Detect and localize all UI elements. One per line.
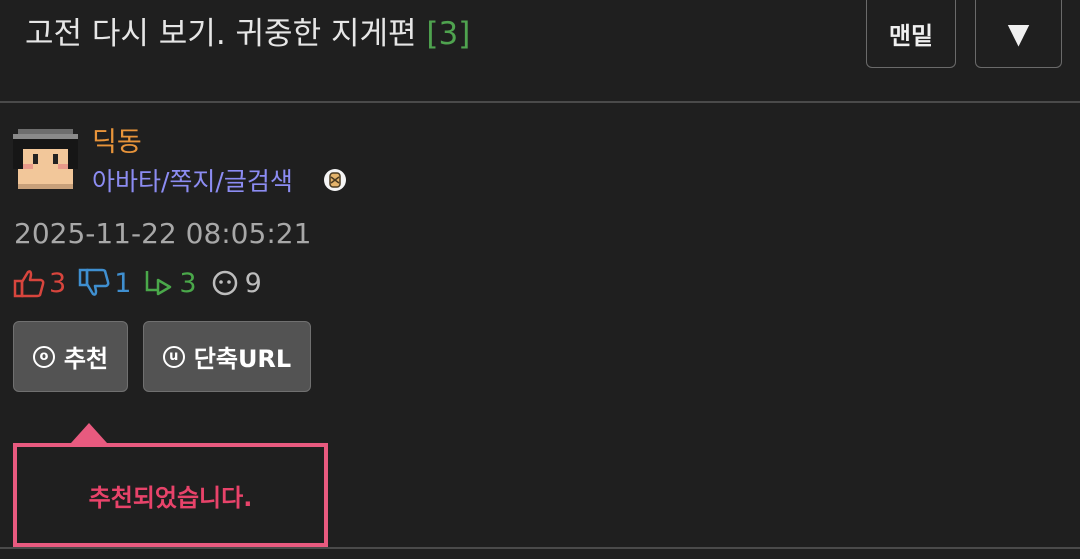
url-circle-icon: u — [162, 345, 185, 368]
thumbs-up-icon — [13, 270, 45, 298]
face-icon — [212, 270, 237, 296]
reply-count: 3 — [179, 267, 197, 299]
post-title: 고전 다시 보기. 귀중한 지게편 [3] — [25, 8, 470, 53]
footer-divider — [0, 547, 1080, 549]
header-divider — [0, 101, 1080, 103]
post-title-text: 고전 다시 보기. 귀중한 지게편 — [25, 16, 417, 52]
post-stats: 3 1 3 9 — [13, 266, 274, 300]
toast-pointer — [71, 423, 107, 443]
upvote-count: 3 — [49, 267, 67, 299]
short-url-button[interactable]: u 단축URL — [143, 321, 311, 392]
view-stat: 9 — [209, 268, 262, 299]
reply-arrow-icon — [146, 271, 172, 296]
downvote-stat[interactable]: 1 — [78, 268, 131, 299]
recommend-circle-icon: o — [32, 345, 55, 368]
triangle-down-icon: ▼ — [1007, 17, 1030, 50]
scroll-bottom-button[interactable]: 맨밑 — [866, 0, 956, 68]
expand-down-button[interactable]: ▼ — [975, 0, 1062, 68]
recommend-button[interactable]: o 추천 — [13, 321, 128, 392]
pixel-avatar-icon[interactable] — [13, 123, 78, 190]
downvote-count: 1 — [114, 267, 132, 299]
comment-count[interactable]: [3] — [426, 16, 470, 52]
short-url-label: 단축URL — [193, 345, 292, 373]
author-links[interactable]: 아바타/쪽지/글검색 — [92, 162, 293, 198]
post-header: 고전 다시 보기. 귀중한 지게편 [3] 맨밑 ▼ — [0, 0, 1080, 100]
reply-stat[interactable]: 3 — [143, 267, 197, 299]
thumbs-down-icon — [78, 268, 110, 296]
author-nickname[interactable]: 딕동 — [92, 120, 142, 159]
level-badge-icon — [324, 169, 346, 191]
recommend-label: 추천 — [63, 345, 109, 373]
view-count: 9 — [244, 267, 262, 299]
upvote-stat[interactable]: 3 — [13, 268, 66, 299]
toast-message: 추천되었습니다. — [88, 483, 253, 512]
recommend-toast: 추천되었습니다. — [13, 443, 328, 547]
post-datetime: 2025-11-22 08:05:21 — [14, 217, 312, 250]
